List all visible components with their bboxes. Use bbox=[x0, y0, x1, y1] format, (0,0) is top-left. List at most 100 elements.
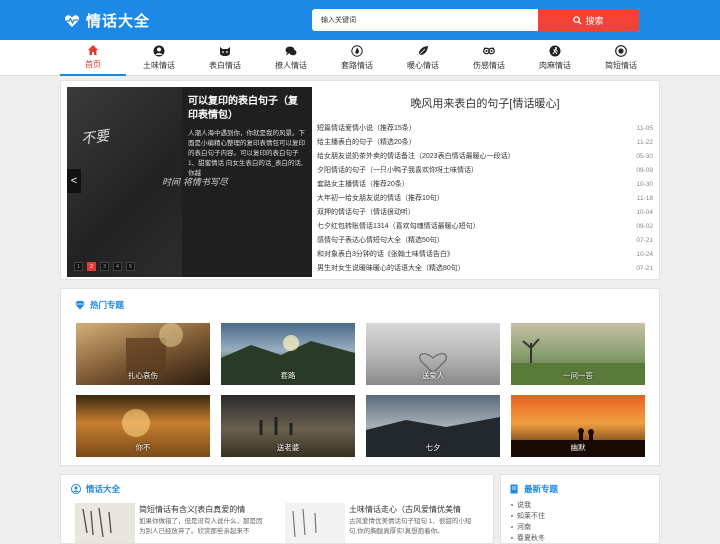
headline-item[interactable]: 大年初一给女朋友说的情话（推荐10句） 11-18 bbox=[317, 191, 653, 205]
slide-title[interactable]: 可以复印的表白句子（复印表情包） bbox=[188, 95, 306, 123]
nav-label: 撩人情话 bbox=[275, 61, 307, 70]
headline-item[interactable]: 感情句子表达心情短句大全（精选50句） 07-21 bbox=[317, 233, 653, 247]
search-button-label: 搜索 bbox=[585, 15, 604, 26]
search-input[interactable] bbox=[312, 9, 540, 31]
headline-item[interactable]: 给主播表白的句子（精选20条） 11-22 bbox=[317, 135, 653, 149]
topic-tile[interactable]: 一问一答 bbox=[511, 323, 645, 385]
nav-label: 表白情话 bbox=[209, 61, 241, 70]
slide-calligraphy-overlay: 时间 将情书写尽 bbox=[162, 178, 228, 188]
nav-label: 套路情话 bbox=[341, 61, 373, 70]
slider-dot-active[interactable]: 2 bbox=[87, 262, 96, 271]
heart-pulse-icon bbox=[64, 14, 80, 27]
headline-item[interactable]: 七夕红包转账情话1314（喜欢勾魂情话最暖心短句） 09-02 bbox=[317, 219, 653, 233]
headline-item[interactable]: 双押的情话句子（情话很动听） 10-04 bbox=[317, 205, 653, 219]
nav-item-rouma[interactable]: 肉麻情话 bbox=[522, 40, 588, 76]
nav-item-biaobai[interactable]: 表白情话 bbox=[192, 40, 258, 76]
hot-topics-title: 热门专题 bbox=[90, 300, 125, 310]
nav-item-tuwei[interactable]: 土味情话 bbox=[126, 40, 192, 76]
headline-item[interactable]: 夕阳情话的句子（一只小鸭子我喜欢你呀土味情话） 09-09 bbox=[317, 163, 653, 177]
search-icon bbox=[573, 15, 583, 25]
nav-label: 伤感情话 bbox=[473, 61, 505, 70]
search-button[interactable]: 搜索 bbox=[538, 9, 639, 31]
headline-text: 双押的情话句子（情话很动听） bbox=[317, 209, 415, 216]
article-title[interactable]: 简短情话有含义[表白真爱的情 bbox=[139, 504, 245, 515]
headline-date: 05-30 bbox=[636, 152, 653, 160]
headline-text: 感情句子表达心情短句大全（精选50句） bbox=[317, 237, 444, 244]
headline-date: 11-05 bbox=[636, 124, 653, 132]
feature-panel: 不要 可以复印的表白句子（复印表情包） 人潮人海中遇到你，你就是我的风景。下面是… bbox=[60, 80, 660, 280]
fire-icon bbox=[351, 45, 363, 57]
topic-tile[interactable]: 你不 bbox=[76, 395, 210, 457]
latest-topic-item[interactable]: 春夏秋冬 bbox=[511, 532, 545, 543]
headline-text: 套路女主播情话（推荐20条） bbox=[317, 181, 409, 188]
nav-item-jianduan[interactable]: 简短情话 bbox=[588, 40, 654, 76]
article-thumbnail-art bbox=[82, 507, 112, 538]
headline-list-section: 晚风用来表白的句子[情话暖心] 短篇情话爱情小说（推荐15条） 11-05 给主播… bbox=[317, 87, 653, 277]
latest-topic-item[interactable]: 河南 bbox=[511, 521, 545, 532]
image-slider[interactable]: 不要 可以复印的表白句子（复印表情包） 人潮人海中遇到你，你就是我的风景。下面是… bbox=[67, 87, 312, 277]
home-icon bbox=[88, 45, 98, 55]
slider-prev-button[interactable]: < bbox=[67, 169, 81, 193]
headline-date: 11-18 bbox=[636, 194, 653, 202]
headline-title[interactable]: 晚风用来表白的句子[情话暖心] bbox=[317, 95, 653, 117]
topic-tile[interactable]: 送老婆 bbox=[221, 395, 355, 457]
headline-text: 给女朋友说奶茶外卖的情话备注（2023表白情话最暖心一段话） bbox=[317, 153, 515, 160]
headline-text: 大年初一给女朋友说的情话（推荐10句） bbox=[317, 195, 444, 202]
topic-tile[interactable]: 送爱人 bbox=[366, 323, 500, 385]
nav-item-home[interactable]: 首页 bbox=[60, 40, 126, 76]
article-thumbnail[interactable] bbox=[75, 503, 135, 543]
headline-text: 给主播表白的句子（精选20条） bbox=[317, 139, 416, 146]
topic-tile[interactable]: 套路 bbox=[221, 323, 355, 385]
headline-item[interactable]: 男生对女生说暖昧暖心的话语大全（精选80句） 07-21 bbox=[317, 261, 653, 275]
headline-list: 短篇情话爱情小说（推荐15条） 11-05 给主播表白的句子（精选20条） 11-2… bbox=[317, 121, 653, 275]
headline-text: 男生对女生说暖昧暖心的话语大全（精选80句） bbox=[317, 265, 465, 272]
search-bar: 搜索 bbox=[312, 9, 639, 31]
nav-label: 土味情话 bbox=[143, 61, 175, 70]
slider-dot[interactable]: 4 bbox=[113, 262, 122, 271]
slider-dot[interactable]: 3 bbox=[100, 262, 109, 271]
headline-text: 和对象表白3分钟的话《张翰土味情话告白》 bbox=[317, 251, 454, 258]
slider-dot[interactable]: 5 bbox=[126, 262, 135, 271]
latest-topic-item[interactable]: 说我 bbox=[511, 499, 545, 510]
topic-caption: 一问一答 bbox=[563, 371, 593, 380]
latest-topics-title: 最新专题 bbox=[524, 484, 559, 494]
nav-item-taolu[interactable]: 套路情话 bbox=[324, 40, 390, 76]
topic-tile[interactable]: 幽默 bbox=[511, 395, 645, 457]
headline-text: 七夕红包转账情话1314（喜欢勾魂情话最暖心短句） bbox=[317, 223, 480, 230]
hot-topics-section: 热门专题 扎心哀伤 套路 送爱人 一问一答 你不 送老婆 七夕 幽默 bbox=[60, 288, 660, 466]
article-excerpt: 如果你做错了，但是没有人说什么，那是因为别人已经放弃了。欣赏那些亲起来不 bbox=[139, 518, 263, 535]
headline-text: 夕阳情话的句子（一只小鸭子我喜欢你呀土味情话） bbox=[317, 167, 478, 174]
nav-item-nuanxin[interactable]: 暖心情话 bbox=[390, 40, 456, 76]
article-thumbnail[interactable] bbox=[285, 503, 345, 543]
article-title[interactable]: 土味情话走心（古风爱情优美情 bbox=[349, 504, 461, 515]
latest-topic-label: 知莱不住 bbox=[517, 512, 545, 520]
topic-tile[interactable]: 扎心哀伤 bbox=[76, 323, 210, 385]
headline-date: 10-30 bbox=[636, 180, 653, 188]
latest-topic-label: 河南 bbox=[517, 523, 531, 531]
headline-date: 10-24 bbox=[636, 250, 653, 258]
nav-item-shanggan[interactable]: 伤感情话 bbox=[456, 40, 522, 76]
slider-dot[interactable]: 1 bbox=[74, 262, 83, 271]
nav-label: 首页 bbox=[85, 60, 101, 69]
site-logo[interactable]: 情话大全 bbox=[64, 10, 150, 31]
nav-label: 暖心情话 bbox=[407, 61, 439, 70]
headline-date: 09-09 bbox=[636, 166, 653, 174]
diamond-icon bbox=[75, 301, 85, 310]
topic-caption: 送老婆 bbox=[276, 443, 300, 452]
topic-caption: 你不 bbox=[135, 443, 151, 452]
slider-pagination: 1 2 3 4 5 bbox=[74, 262, 135, 271]
headline-item[interactable]: 套路女主播情话（推荐20条） 10-30 bbox=[317, 177, 653, 191]
headline-item[interactable]: 短篇情话爱情小说（推荐15条） 11-05 bbox=[317, 121, 653, 135]
latest-topic-item[interactable]: 知莱不住 bbox=[511, 510, 545, 521]
user-icon bbox=[153, 45, 165, 57]
slide-description: 人潮人海中遇到你，你就是我的风景。下面是小编精心整理的复印表情包可以复印的表白句… bbox=[188, 130, 305, 177]
headline-item[interactable]: 和对象表白3分钟的话《张翰土味情话告白》 10-24 bbox=[317, 247, 653, 261]
love-quotes-heading: 情话大全 bbox=[71, 483, 120, 495]
headline-item[interactable]: 给女朋友说奶茶外卖的情话备注（2023表白情话最暖心一段话） 05-30 bbox=[317, 149, 653, 163]
nav-label: 肉麻情话 bbox=[539, 61, 571, 70]
nav-item-liaoren[interactable]: 撩人情话 bbox=[258, 40, 324, 76]
topic-tile[interactable]: 七夕 bbox=[366, 395, 500, 457]
latest-topic-label: 春夏秋冬 bbox=[517, 534, 545, 542]
headline-date: 09-02 bbox=[636, 222, 653, 230]
cat-icon bbox=[220, 47, 230, 56]
